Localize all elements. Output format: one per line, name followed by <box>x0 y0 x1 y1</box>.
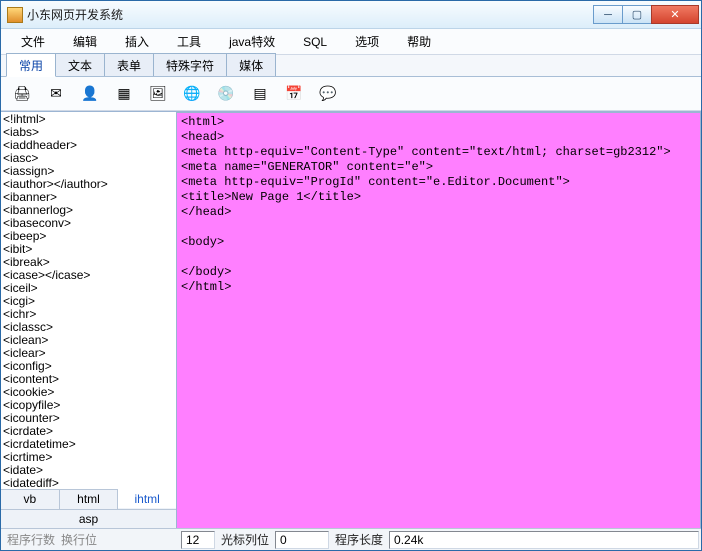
lang-tab-asp[interactable]: asp <box>1 510 176 528</box>
window-title: 小东网页开发系统 <box>27 6 594 23</box>
close-button[interactable]: ✕ <box>651 5 699 24</box>
tab-文本[interactable]: 文本 <box>55 53 105 76</box>
workspace: <!ihtml><iabs><iaddheader><iasc><iassign… <box>1 111 701 528</box>
app-window: 小东网页开发系统 ─ ▢ ✕ 文件编辑插入工具java特效SQL选项帮助 常用文… <box>0 0 702 551</box>
left-panel: <!ihtml><iabs><iaddheader><iasc><iassign… <box>1 112 177 528</box>
toolbar: 🖨 ✉ 👤 ▦ 🖼 🌐 💿 ▤ 📅 💬 <box>1 77 701 111</box>
menu-工具[interactable]: 工具 <box>163 29 215 54</box>
print-icon[interactable]: 🖨 <box>11 83 33 105</box>
menu-编辑[interactable]: 编辑 <box>59 29 111 54</box>
menu-帮助[interactable]: 帮助 <box>393 29 445 54</box>
chat-icon[interactable]: 💬 <box>317 83 339 105</box>
disc-icon[interactable]: 💿 <box>215 83 237 105</box>
status-len-value: 0.24k <box>389 531 699 549</box>
menu-文件[interactable]: 文件 <box>7 29 59 54</box>
category-tabs: 常用文本表单特殊字符媒体 <box>1 55 701 77</box>
menu-SQL[interactable]: SQL <box>289 31 341 53</box>
status-line-value: 12 <box>181 531 215 549</box>
globe-icon[interactable]: 🌐 <box>181 83 203 105</box>
mail-icon[interactable]: ✉ <box>45 83 67 105</box>
tab-表单[interactable]: 表单 <box>104 53 154 76</box>
status-col-label: 光标列位 <box>217 531 273 548</box>
minimize-button[interactable]: ─ <box>593 5 623 24</box>
menubar: 文件编辑插入工具java特效SQL选项帮助 <box>1 29 701 55</box>
form-icon[interactable]: ▦ <box>113 83 135 105</box>
lang-tab-vb[interactable]: vb <box>1 490 60 509</box>
status-lines-label: 程序行数 <box>7 531 55 548</box>
status-col-value: 0 <box>275 531 329 549</box>
tab-媒体[interactable]: 媒体 <box>226 53 276 76</box>
lang-tab-html[interactable]: html <box>60 490 119 509</box>
calendar-icon[interactable]: 📅 <box>283 83 305 105</box>
titlebar[interactable]: 小东网页开发系统 ─ ▢ ✕ <box>1 1 701 29</box>
menu-选项[interactable]: 选项 <box>341 29 393 54</box>
menu-java特效[interactable]: java特效 <box>215 29 289 54</box>
tab-特殊字符[interactable]: 特殊字符 <box>153 53 227 76</box>
code-editor[interactable]: <html> <head> <meta http-equiv="Content-… <box>177 112 701 528</box>
status-len-label: 程序长度 <box>331 531 387 548</box>
maximize-button[interactable]: ▢ <box>622 5 652 24</box>
lang-tab-ihtml[interactable]: ihtml <box>118 489 176 508</box>
statusbar: 程序行数 换行位 12 光标列位 0 程序长度 0.24k <box>1 528 701 550</box>
app-icon <box>7 7 23 23</box>
tab-常用[interactable]: 常用 <box>6 53 56 77</box>
list-item[interactable]: <idatediff> <box>3 477 174 489</box>
image-icon[interactable]: 🖼 <box>147 83 169 105</box>
table-icon[interactable]: ▤ <box>249 83 271 105</box>
person-icon[interactable]: 👤 <box>79 83 101 105</box>
status-wrap-label: 换行位 <box>61 531 97 548</box>
tag-list[interactable]: <!ihtml><iabs><iaddheader><iasc><iassign… <box>1 112 176 489</box>
language-tabs: vbhtmlihtml asp <box>1 489 176 528</box>
menu-插入[interactable]: 插入 <box>111 29 163 54</box>
